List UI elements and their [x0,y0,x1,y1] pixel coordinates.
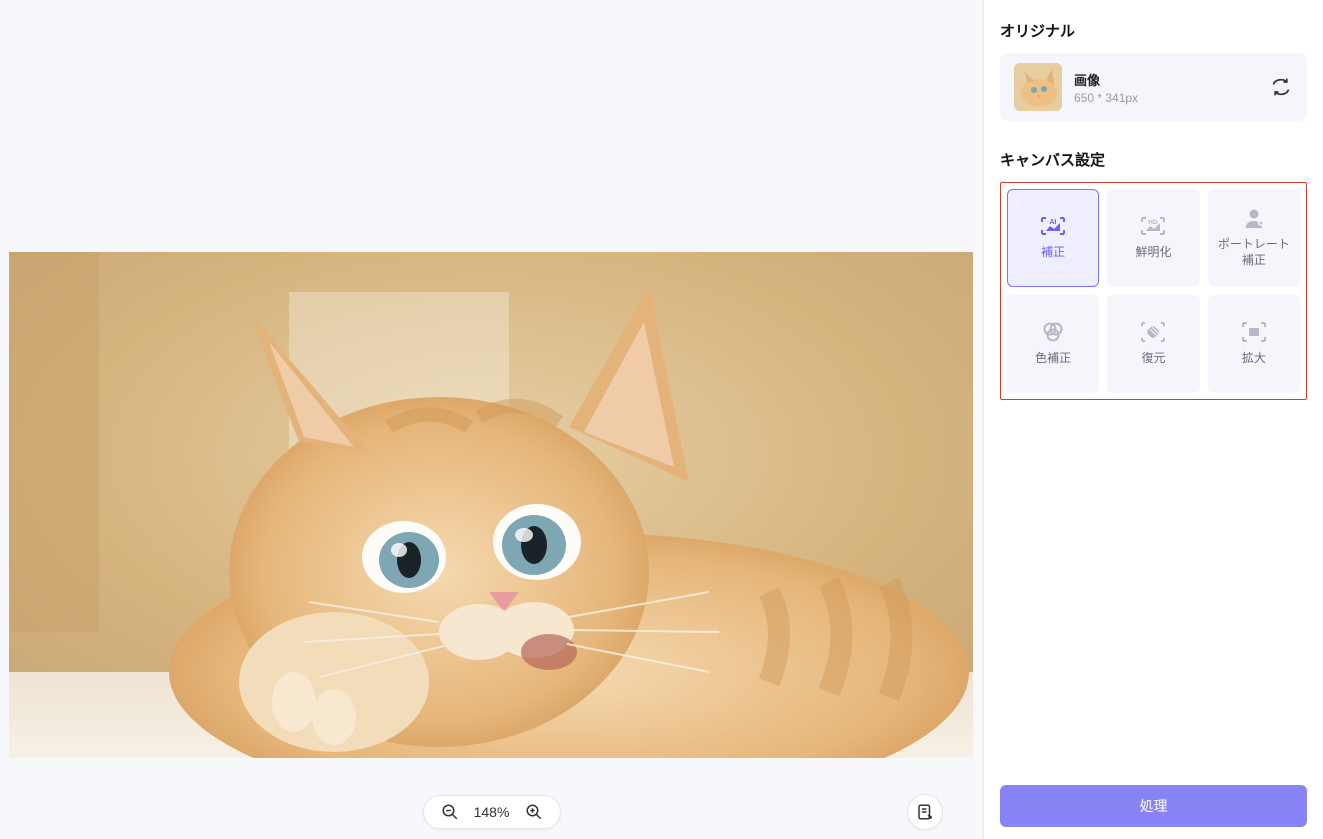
restore-icon [1140,321,1166,343]
notes-button[interactable] [907,794,943,830]
enlarge-icon [1241,321,1267,343]
ai-correction-icon: AI [1040,215,1066,237]
canvas-settings-title: キャンバス設定 [1000,149,1307,170]
option-color-correction[interactable]: 色補正 [1007,295,1099,393]
notes-icon [916,803,934,821]
option-label: 鮮明化 [1131,245,1175,261]
option-label: 色補正 [1031,351,1075,367]
original-image-dimensions: 650 * 341px [1074,91,1269,105]
option-label: 復元 [1137,351,1169,367]
sidebar-panel: オリジナル 画像 650 * 341px キャンバス設定 [983,0,1323,839]
swap-icon [1271,77,1291,97]
original-info: 画像 650 * 341px [1074,70,1269,105]
zoom-in-icon [525,803,543,821]
zoom-in-button[interactable] [524,802,544,822]
zoom-value: 148% [472,804,512,820]
image-preview[interactable] [9,252,973,758]
portrait-icon [1241,207,1267,229]
zoom-out-icon [441,803,459,821]
swap-image-button[interactable] [1269,75,1293,99]
canvas-container [0,0,983,839]
canvas-options-grid: AI 補正 HD 鮮明化 [1000,182,1307,400]
option-restore[interactable]: 復元 [1107,295,1199,393]
zoom-controls: 148% [423,795,561,829]
hd-sharpen-icon: HD [1140,215,1166,237]
option-portrait[interactable]: ポートレート補正 [1208,189,1300,287]
process-button[interactable]: 処理 [1000,785,1307,827]
zoom-out-button[interactable] [440,802,460,822]
process-button-label: 処理 [1140,796,1168,816]
option-correction[interactable]: AI 補正 [1007,189,1099,287]
bottom-toolbar: 148% [0,795,983,829]
option-enlarge[interactable]: 拡大 [1208,295,1300,393]
original-image-card: 画像 650 * 341px [1000,53,1307,121]
svg-text:HD: HD [1149,219,1159,226]
color-correction-icon [1040,321,1066,343]
main-canvas-area: 148% [0,0,983,839]
svg-text:AI: AI [1050,219,1057,226]
original-image-name: 画像 [1074,70,1269,89]
option-label: ポートレート補正 [1209,237,1299,268]
original-thumbnail[interactable] [1014,63,1062,111]
option-label: 補正 [1037,245,1069,261]
original-section-title: オリジナル [1000,20,1307,41]
option-sharpen[interactable]: HD 鮮明化 [1107,189,1199,287]
option-label: 拡大 [1238,351,1270,367]
